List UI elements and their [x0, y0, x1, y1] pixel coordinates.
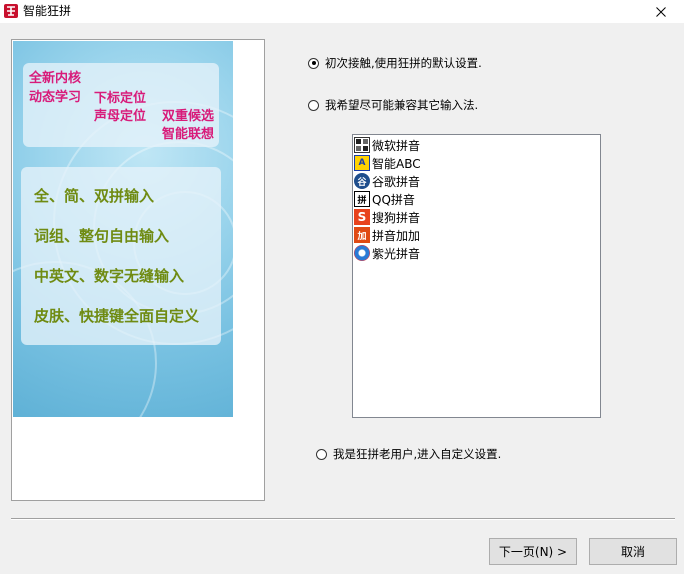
- list-item-label: 智能ABC: [372, 156, 421, 171]
- google-pinyin-icon: 谷: [354, 173, 370, 189]
- radio-compatible-label: 我希望尽可能兼容其它输入法.: [325, 98, 479, 112]
- list-item[interactable]: 紫光拼音: [354, 244, 420, 262]
- feature-dual-candidate: 双重候选: [162, 109, 215, 124]
- close-icon: [656, 6, 666, 17]
- list-item[interactable]: S 搜狗拼音: [354, 208, 420, 226]
- list-item-label: 谷歌拼音: [372, 174, 421, 189]
- banner-frame: 全新内核 动态学习 下标定位 声母定位 双重候选 智能联想 全、简、双拼输入 词…: [11, 39, 265, 501]
- pinyin-jiajia-icon: 加: [354, 227, 370, 243]
- abc-icon: A: [354, 155, 370, 171]
- feature-new-kernel: 全新内核: [29, 71, 82, 86]
- feature-seamless-input: 中英文、数字无缝输入: [34, 267, 185, 285]
- feature-banner: 全新内核 动态学习 下标定位 声母定位 双重候选 智能联想 全、简、双拼输入 词…: [13, 41, 233, 417]
- radio-first-use-indicator[interactable]: [308, 57, 319, 69]
- feature-customization: 皮肤、快捷键全面自定义: [34, 307, 200, 325]
- list-item-label: 微软拼音: [372, 138, 421, 153]
- feature-phrase-input: 词组、整句自由输入: [34, 227, 170, 245]
- sogou-icon: S: [354, 209, 370, 225]
- list-item[interactable]: 加 拼音加加: [354, 226, 420, 244]
- radio-compatible-indicator[interactable]: [308, 99, 319, 111]
- feature-input-modes: 全、简、双拼输入: [34, 187, 155, 205]
- radio-old-user-indicator[interactable]: [316, 448, 327, 460]
- radio-old-user[interactable]: 我是狂拼老用户,进入自定义设置.: [316, 447, 501, 461]
- feature-subscript-position: 下标定位: [94, 91, 147, 106]
- app-logo-icon: [3, 3, 19, 19]
- radio-old-user-label: 我是狂拼老用户,进入自定义设置.: [333, 447, 502, 461]
- list-item[interactable]: 微软拼音: [354, 136, 420, 154]
- list-item[interactable]: 谷 谷歌拼音: [354, 172, 420, 190]
- list-item-label: QQ拼音: [372, 192, 415, 207]
- feature-initial-position: 声母定位: [94, 109, 147, 124]
- next-page-button[interactable]: 下一页(N) >: [489, 538, 577, 565]
- list-item-label: 拼音加加: [372, 228, 421, 243]
- radio-first-use[interactable]: 初次接触,使用狂拼的默认设置.: [308, 56, 482, 70]
- list-item-label: 紫光拼音: [372, 246, 421, 261]
- ziguang-icon: [354, 245, 370, 261]
- qq-pinyin-icon: 拼: [354, 191, 370, 207]
- feature-smart-association: 智能联想: [162, 127, 215, 142]
- list-item-label: 搜狗拼音: [372, 210, 421, 225]
- list-item[interactable]: A 智能ABC: [354, 154, 421, 172]
- radio-compatible[interactable]: 我希望尽可能兼容其它输入法.: [308, 98, 478, 112]
- list-item[interactable]: 拼 QQ拼音: [354, 190, 415, 208]
- microsoft-pinyin-icon: [354, 137, 370, 153]
- close-button[interactable]: [638, 0, 684, 23]
- cancel-button[interactable]: 取消: [589, 538, 677, 565]
- title-bar: 智能狂拼: [0, 0, 684, 23]
- window-title: 智能狂拼: [23, 4, 72, 18]
- radio-first-use-label: 初次接触,使用狂拼的默认设置.: [325, 56, 482, 70]
- footer-separator: [11, 518, 675, 520]
- feature-dynamic-learning: 动态学习: [29, 90, 82, 105]
- ime-list[interactable]: 微软拼音 A 智能ABC 谷 谷歌拼音 拼 QQ拼音 S 搜狗拼音 加 拼音加加…: [352, 134, 601, 418]
